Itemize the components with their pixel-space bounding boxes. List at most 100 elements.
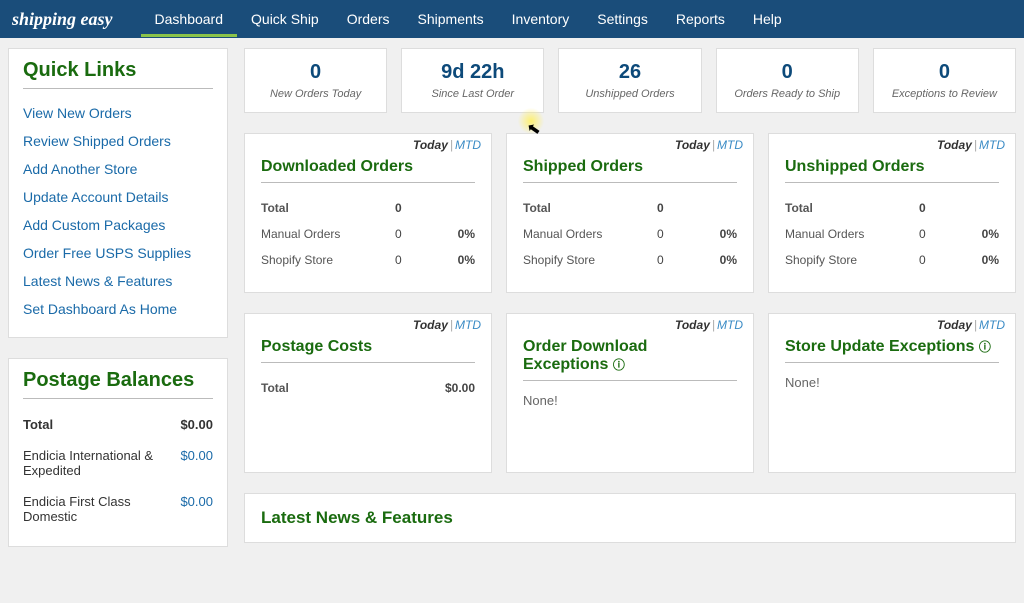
card-title: Unshipped Orders [785, 158, 999, 176]
divider [785, 182, 999, 183]
tab-sep: | [974, 138, 977, 152]
ql-usps-supplies[interactable]: Order Free USPS Supplies [23, 239, 213, 267]
card-body: None! [785, 375, 999, 390]
row-count: 0 [657, 253, 697, 267]
row-label: Manual Orders [523, 227, 657, 241]
tab-today[interactable]: Today [413, 318, 448, 332]
nav-orders[interactable]: Orders [333, 1, 404, 37]
card-tabs: Today|MTD [675, 318, 743, 332]
divider [261, 362, 475, 363]
tab-today[interactable]: Today [675, 318, 710, 332]
postage-row-label: Endicia First Class Domestic [23, 494, 180, 524]
card-title: Store Update Exceptions ⓘ [785, 338, 999, 356]
kpi-value: 0 [249, 61, 382, 84]
tab-mtd[interactable]: MTD [455, 138, 481, 152]
row-label: Shopify Store [261, 253, 395, 267]
row-pct: 0% [435, 227, 475, 241]
card-row: Shopify Store 0 0% [261, 247, 475, 273]
info-icon[interactable]: ⓘ [613, 356, 625, 373]
row-count: 0 [395, 227, 435, 241]
card-title: Shipped Orders [523, 158, 737, 176]
sidebar: Quick Links View New Orders Review Shipp… [8, 48, 228, 547]
divider [23, 398, 213, 399]
row-count: 0 [919, 227, 959, 241]
nav-reports[interactable]: Reports [662, 1, 739, 37]
total-label: Total [261, 381, 395, 395]
row-pct: 0% [697, 227, 737, 241]
row-label: Shopify Store [523, 253, 657, 267]
quick-links-title: Quick Links [23, 59, 213, 82]
nav-quick-ship[interactable]: Quick Ship [237, 1, 333, 37]
tab-sep: | [450, 138, 453, 152]
ql-view-new-orders[interactable]: View New Orders [23, 99, 213, 127]
kpi-exceptions[interactable]: 0 Exceptions to Review [873, 48, 1016, 113]
card-total-row: Total 0 [523, 195, 737, 221]
tab-mtd[interactable]: MTD [717, 138, 743, 152]
ql-latest-news[interactable]: Latest News & Features [23, 267, 213, 295]
tab-today[interactable]: Today [413, 138, 448, 152]
downloaded-orders-card: Today|MTD Downloaded Orders Total 0 Manu… [244, 133, 492, 293]
card-tabs: Today|MTD [937, 138, 1005, 152]
nav-inventory[interactable]: Inventory [498, 1, 584, 37]
divider [23, 88, 213, 89]
postage-balances-panel: Postage Balances Total $0.00 Endicia Int… [8, 358, 228, 547]
kpi-label: New Orders Today [249, 88, 382, 100]
card-title: Downloaded Orders [261, 158, 475, 176]
tab-today[interactable]: Today [937, 138, 972, 152]
postage-row-value[interactable]: $0.00 [180, 494, 213, 524]
postage-row: Endicia International & Expedited $0.00 [23, 440, 213, 486]
total-value: 0 [919, 201, 959, 215]
row-pct: 0% [435, 253, 475, 267]
tab-sep: | [450, 318, 453, 332]
ql-review-shipped[interactable]: Review Shipped Orders [23, 127, 213, 155]
main-content: 0 New Orders Today 9d 22h Since Last Ord… [244, 48, 1016, 543]
kpi-value: 0 [878, 61, 1011, 84]
card-total-row: Total 0 [785, 195, 999, 221]
kpi-new-orders[interactable]: 0 New Orders Today [244, 48, 387, 113]
total-value: 0 [657, 201, 697, 215]
card-title: Order Download Exceptions ⓘ [523, 338, 737, 374]
nav-settings[interactable]: Settings [583, 1, 662, 37]
ql-dashboard-home[interactable]: Set Dashboard As Home [23, 295, 213, 323]
tab-mtd[interactable]: MTD [717, 318, 743, 332]
card-tabs: Today|MTD [413, 318, 481, 332]
kpi-value: 9d 22h [406, 61, 539, 84]
tab-mtd[interactable]: MTD [979, 138, 1005, 152]
shipped-orders-card: Today|MTD Shipped Orders Total 0 Manual … [506, 133, 754, 293]
ql-add-store[interactable]: Add Another Store [23, 155, 213, 183]
total-label: Total [261, 201, 395, 215]
tab-sep: | [712, 138, 715, 152]
nav-dashboard[interactable]: Dashboard [141, 1, 238, 37]
postage-row: Endicia First Class Domestic $0.00 [23, 486, 213, 532]
total-value: 0 [395, 201, 435, 215]
download-exceptions-card: Today|MTD Order Download Exceptions ⓘ No… [506, 313, 754, 473]
brand-logo: shipping easy [12, 9, 113, 30]
kpi-ready-to-ship[interactable]: 0 Orders Ready to Ship [716, 48, 859, 113]
postage-row-value[interactable]: $0.00 [180, 448, 213, 478]
kpi-value: 26 [563, 61, 696, 84]
card-row: Manual Orders 0 0% [523, 221, 737, 247]
row-pct: 0% [959, 227, 999, 241]
card-row: Manual Orders 0 0% [261, 221, 475, 247]
divider [523, 182, 737, 183]
row-count: 0 [395, 253, 435, 267]
tab-today[interactable]: Today [675, 138, 710, 152]
card-row: Shopify Store 0 0% [523, 247, 737, 273]
order-cards-row: Today|MTD Downloaded Orders Total 0 Manu… [244, 133, 1016, 293]
tab-mtd[interactable]: MTD [979, 318, 1005, 332]
tab-sep: | [712, 318, 715, 332]
row-count: 0 [657, 227, 697, 241]
tab-mtd[interactable]: MTD [455, 318, 481, 332]
card-tabs: Today|MTD [675, 138, 743, 152]
tab-today[interactable]: Today [937, 318, 972, 332]
ql-custom-packages[interactable]: Add Custom Packages [23, 211, 213, 239]
ql-update-account[interactable]: Update Account Details [23, 183, 213, 211]
kpi-unshipped[interactable]: 26 Unshipped Orders [558, 48, 701, 113]
info-icon[interactable]: ⓘ [979, 338, 991, 355]
postage-costs-card: Today|MTD Postage Costs Total $0.00 [244, 313, 492, 473]
nav-shipments[interactable]: Shipments [404, 1, 498, 37]
nav-help[interactable]: Help [739, 1, 796, 37]
kpi-label: Since Last Order [406, 88, 539, 100]
kpi-since-last-order[interactable]: 9d 22h Since Last Order [401, 48, 544, 113]
row-pct: 0% [697, 253, 737, 267]
